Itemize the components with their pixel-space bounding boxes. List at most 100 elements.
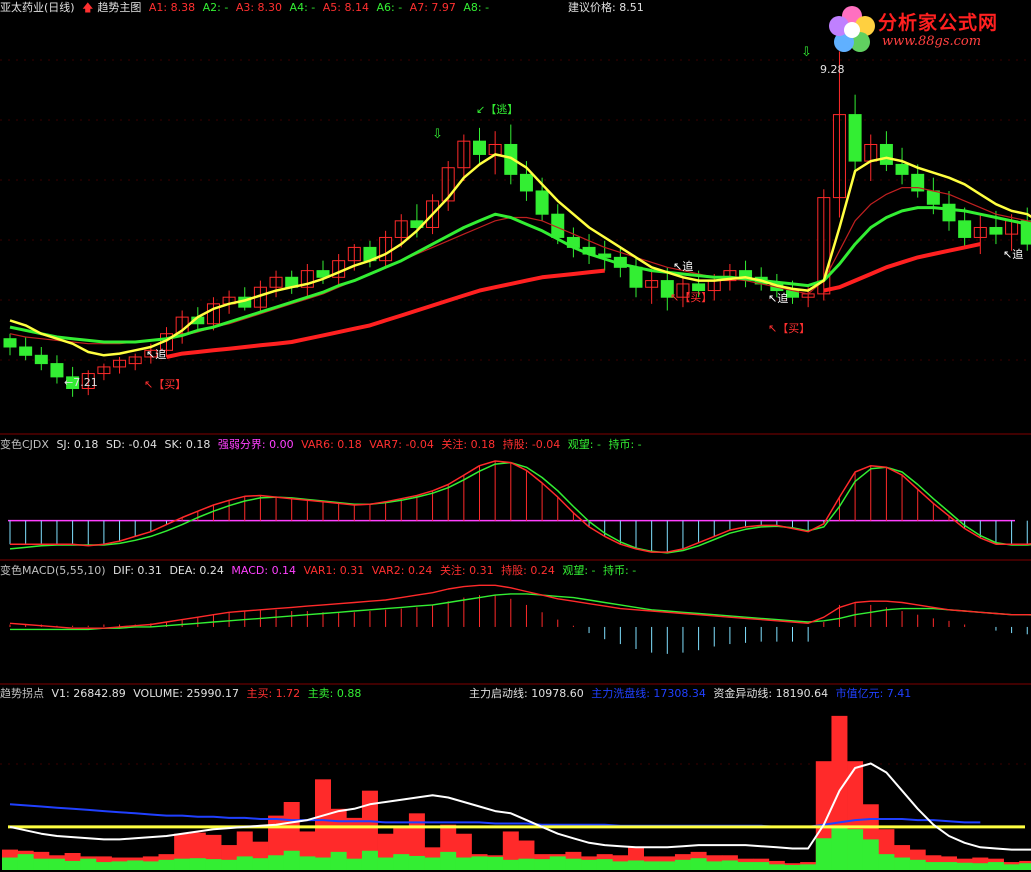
a8-value: A8: - <box>463 1 490 14</box>
vol-bar-green <box>674 859 691 870</box>
vol-bar-green <box>721 860 738 870</box>
vol-bar-red <box>315 779 331 870</box>
vol-bar-green <box>95 862 112 870</box>
candle-body <box>50 363 64 378</box>
vol-bar-green <box>690 858 707 870</box>
macd-header: 变色MACD(5,55,10) DIF: 0.31 DEA: 0.24 MACD… <box>0 564 640 578</box>
vol-bar-green <box>236 856 253 870</box>
cjdx-header: 变色CJDX SJ: 0.18 SD: -0.04 SK: 0.18 强弱分界:… <box>0 438 646 452</box>
vol-name[interactable]: 趋势拐点 <box>0 687 44 700</box>
a6-value: A6: - <box>376 1 403 14</box>
vol-bar-green <box>189 858 206 870</box>
vol-v1: V1: 26842.89 <box>51 687 126 700</box>
ma-green-line <box>9 206 1031 344</box>
vol-zlqd: 主力启动线: 10978.60 <box>469 687 584 700</box>
vol-bar-green <box>659 861 676 870</box>
vol-bar-green <box>299 856 316 870</box>
vol-bar-green <box>471 856 488 870</box>
a1-value: A1: 8.38 <box>148 1 196 14</box>
vol-bar-green <box>925 862 942 870</box>
cjdx-line-red <box>10 460 1031 553</box>
vol-sz: 市值亿元: 7.41 <box>835 687 912 700</box>
chase-signal-4: ↖追 <box>1003 248 1024 261</box>
cjdx-qrfj: 强弱分界: 0.00 <box>217 438 294 451</box>
chase-signal-3: ↖追 <box>768 292 789 305</box>
vol-bar-green <box>315 857 331 870</box>
buy-signal-1: ↖【买】 <box>144 378 187 391</box>
macd-name[interactable]: 变色MACD(5,55,10) <box>0 564 106 577</box>
buy-signal-2: ↖【买】 <box>670 291 713 304</box>
vol-bar-green <box>408 855 425 870</box>
cjdx-name[interactable]: 变色CJDX <box>0 438 49 451</box>
cjdx-sk: SK: 0.18 <box>164 438 211 451</box>
vol-bar-green <box>268 855 285 870</box>
cjdx-line-green <box>9 461 1031 554</box>
vol-bar-green <box>1003 864 1020 870</box>
candle-body <box>473 140 486 155</box>
low-price-label: ←7.21 <box>64 376 98 389</box>
vol-bar-green <box>815 838 832 870</box>
main-header: 亚太药业(日线) 🡅 趋势主图 A1: 8.38 A2: - A3: 8.30 A… <box>0 1 493 15</box>
vol-bar-green <box>831 826 848 870</box>
candle-body <box>926 190 940 205</box>
vol-bar-green <box>252 858 269 870</box>
cjdx-gz: 关注: 0.18 <box>441 438 496 451</box>
vol-bar-green <box>784 865 801 870</box>
vol-volume: VOLUME: 25990.17 <box>133 687 239 700</box>
vol-bar-green <box>894 857 911 870</box>
macd-dif: DIF: 0.31 <box>113 564 162 577</box>
vol-zjyd: 资金异动线: 18190.64 <box>713 687 829 700</box>
vol-bar-green <box>127 860 144 870</box>
chase-signal-1: ↖追 <box>146 348 167 361</box>
candle-body <box>3 338 17 348</box>
vol-bar-green <box>768 864 785 870</box>
vol-bar-green <box>205 859 222 870</box>
vol-bar-green <box>346 858 363 870</box>
vol-bar-green <box>377 857 394 870</box>
vol-bar-green <box>534 859 551 870</box>
a5-value: A5: 8.14 <box>322 1 369 14</box>
candle-body <box>535 190 549 215</box>
macd-gw: 观望: - <box>562 564 596 577</box>
cjdx-cg: 持股: -0.04 <box>502 438 561 451</box>
vol-zm: 主买: 1.72 <box>246 687 301 700</box>
vol-bar-green <box>393 854 410 870</box>
candle-body <box>519 173 533 192</box>
vol-bar-green <box>518 858 535 870</box>
chase-signal-2: ↖追 <box>673 260 694 273</box>
vol-zs: 主卖: 0.88 <box>307 687 362 700</box>
vol-bar-green <box>581 859 598 870</box>
macd-cg: 持股: 0.24 <box>501 564 555 577</box>
a2-value: A2: - <box>202 1 229 14</box>
vol-bar-green <box>941 862 957 870</box>
chart-canvas[interactable] <box>0 0 1031 872</box>
vol-bar-green <box>440 851 457 870</box>
macd-gz: 关注: 0.31 <box>439 564 494 577</box>
vol-bar-green <box>878 854 895 870</box>
macd-value: MACD: 0.14 <box>231 564 297 577</box>
macd-dea: DEA: 0.24 <box>169 564 224 577</box>
a4-value: A4: - <box>289 1 316 14</box>
vol-bar-green <box>800 864 817 870</box>
stock-chart[interactable]: 亚太药业(日线) 🡅 趋势主图 A1: 8.38 A2: - A3: 8.30 A… <box>0 0 1031 872</box>
ma-red-thick-line-1 <box>823 242 981 293</box>
vol-bar-green <box>909 859 926 870</box>
vol-bar-green <box>502 859 519 870</box>
vol-bar-green <box>330 851 347 870</box>
vol-bar-green <box>706 861 723 870</box>
vol-bar-green <box>487 856 504 870</box>
indicator-name: 趋势主图 <box>97 1 142 14</box>
vol-bar-green <box>17 854 34 870</box>
macd-var2: VAR2: 0.24 <box>371 564 433 577</box>
vol-bar-green <box>174 858 191 870</box>
up-arrow-icon: 🡅 <box>82 1 94 14</box>
a7-value: A7: 7.97 <box>409 1 456 14</box>
vol-bar-green <box>549 856 566 870</box>
watermark-logo: 分析家公式网 www.88gs.com <box>826 4 1021 56</box>
flower-logo-icon <box>829 6 875 52</box>
stock-title[interactable]: 亚太药业(日线) <box>0 1 75 14</box>
vol-bar-green <box>2 857 18 870</box>
vol-bar-green <box>612 861 629 870</box>
down-arrow-icon-2: ⇩ <box>432 127 443 142</box>
macd-cb: 持币: - <box>603 564 637 577</box>
